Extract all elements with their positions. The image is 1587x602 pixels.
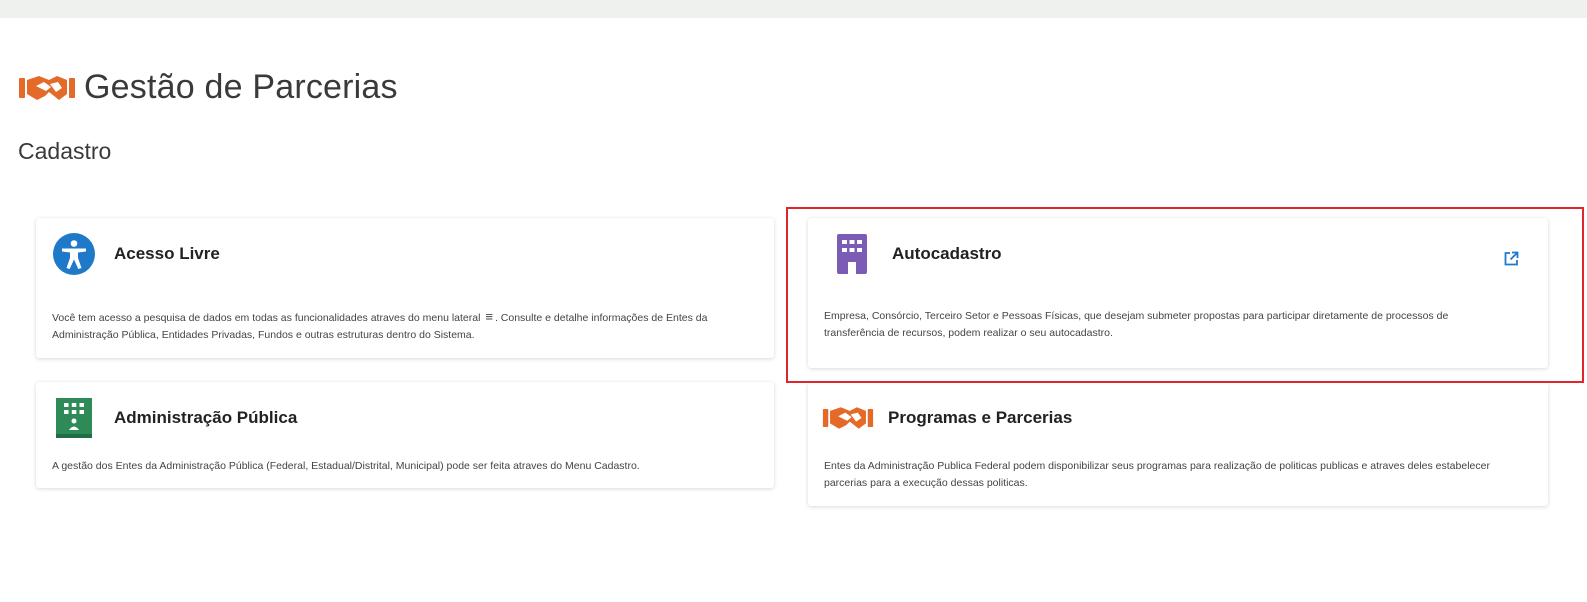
page-header: Gestão de Parcerias (18, 68, 398, 107)
handshake-icon (18, 70, 76, 106)
card-title: Programas e Parcerias (888, 408, 1073, 427)
card-header: Autocadastro (830, 232, 1002, 276)
card-description: Entes da Administração Publica Federal p… (824, 460, 1490, 489)
card-header: Administração Pública (52, 396, 297, 440)
page-content: Gestão de Parcerias Cadastro Acesso Livr… (0, 18, 1587, 602)
building-icon (830, 232, 874, 276)
card-programas-parcerias[interactable]: Programas e Parcerias Entes da Administr… (808, 382, 1548, 506)
card-header: Acesso Livre (52, 232, 220, 276)
handshake-icon (822, 396, 874, 440)
card-description: Empresa, Consórcio, Terceiro Setor e Pes… (824, 310, 1449, 339)
card-title: Autocadastro (892, 244, 1002, 263)
card-acesso-livre[interactable]: Acesso Livre Você tem acesso a pesquisa … (36, 218, 774, 358)
government-building-icon (52, 396, 96, 440)
card-title: Acesso Livre (114, 244, 220, 263)
hamburger-menu-icon: ≡ (485, 309, 493, 324)
accessibility-icon (52, 232, 96, 276)
card-autocadastro[interactable]: Autocadastro Empresa, Consórcio, Terceir… (808, 218, 1548, 368)
card-header: Programas e Parcerias (822, 396, 1072, 440)
page-title: Gestão de Parcerias (84, 68, 398, 106)
card-description: Você tem acesso a pesquisa de dados em t… (52, 308, 742, 344)
card-description-part1: Você tem acesso a pesquisa de dados em t… (52, 312, 481, 324)
section-title: Cadastro (18, 138, 112, 164)
card-administracao-publica[interactable]: Administração Pública A gestão dos Entes… (36, 382, 774, 488)
card-title: Administração Pública (114, 408, 298, 427)
external-link-icon[interactable] (1502, 250, 1520, 268)
card-description: A gestão dos Entes da Administração Públ… (52, 460, 640, 472)
